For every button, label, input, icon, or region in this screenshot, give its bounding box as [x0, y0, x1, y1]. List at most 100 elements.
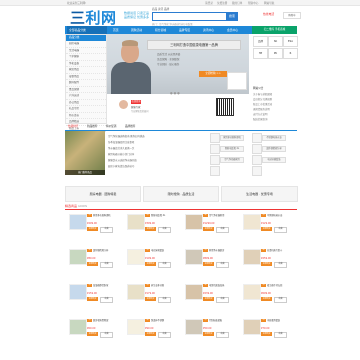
buy-button[interactable]: 立即购买: [261, 262, 272, 266]
notice-item[interactable]: 关于春节放假通知: [253, 92, 272, 96]
product-title[interactable]: 竹制砧板菜板: [209, 319, 239, 322]
list-item[interactable]: 净水器滤芯多久更换一次: [108, 146, 134, 150]
buy-button[interactable]: 立即购买: [145, 262, 156, 266]
promo-thumb[interactable]: [252, 133, 262, 143]
promo-thumb[interactable]: [210, 155, 220, 165]
feature-image[interactable]: [65, 131, 105, 175]
product-image[interactable]: [69, 249, 87, 265]
nav-home[interactable]: 首页: [113, 26, 119, 34]
product-image[interactable]: [69, 319, 87, 335]
buy-button[interactable]: 立即购买: [203, 332, 214, 336]
product-image[interactable]: [127, 249, 145, 265]
favorite-button[interactable]: 收藏: [216, 332, 229, 338]
promo-thumb[interactable]: [252, 166, 262, 176]
banner-pagination[interactable]: ● ● ●: [170, 91, 180, 95]
notice-item[interactable]: 配送范围查询: [253, 117, 267, 121]
list-item[interactable]: 厨房小家电清洁保养技巧: [108, 164, 134, 168]
promo-thumb[interactable]: [210, 133, 220, 143]
notice-item[interactable]: 新品上市优惠活动: [253, 102, 272, 106]
search-tabs[interactable]: 商品 资讯 品牌: [152, 7, 169, 11]
product-title[interactable]: 吸尘器手持无线: [267, 284, 297, 287]
promo-link[interactable]: 不锈钢电热水壶: [262, 135, 286, 141]
hero-banner[interactable]: 三利网打造中国健康电器第一品牌 品质生活 从这里开始 正品保障 · 全国联保 专…: [107, 34, 249, 94]
product-title[interactable]: 电饼铛双面加热: [209, 284, 239, 287]
product-image[interactable]: [69, 214, 87, 230]
product-title[interactable]: 养生壶多功能: [151, 284, 181, 287]
buy-button[interactable]: 立即购买: [261, 332, 272, 336]
product-image[interactable]: [185, 214, 203, 230]
search-button[interactable]: 搜索: [226, 12, 238, 21]
promo-thumb[interactable]: [252, 144, 262, 154]
nav-news[interactable]: 资讯中心: [203, 26, 214, 34]
tab-brand[interactable]: 品牌推荐: [125, 124, 135, 130]
product-title[interactable]: 智能电饭煲 4L: [151, 214, 181, 217]
product-title[interactable]: 厨房收纳置物架: [93, 319, 123, 322]
top-link-orders[interactable]: 我的订单: [232, 1, 242, 5]
product-card[interactable]: 热木质餐具套装 ¥79.00 立即购买 收藏: [242, 318, 297, 342]
list-item[interactable]: 空气净化器选购指南 教你如何挑选: [108, 134, 145, 138]
brand-logo[interactable]: SK: [268, 36, 283, 47]
expert-tag[interactable]: 在线咨询: [131, 100, 141, 104]
product-card[interactable]: 热厨房收纳置物架 ¥69.00 立即购买 收藏: [68, 318, 123, 342]
brand-logo[interactable]: 品牌: [253, 36, 268, 47]
tab-sale[interactable]: 特价促销: [106, 124, 116, 130]
promo-link[interactable]: 智能电饭煲 4L: [220, 146, 244, 152]
promo-strip[interactable]: 生活电器 · 优惠专场: [221, 186, 298, 202]
nav-points[interactable]: 积分商城: [155, 26, 166, 34]
buy-button[interactable]: 立即购买: [145, 332, 156, 336]
product-card[interactable]: 热电动牙刷套装 ¥199.00 立即购买 收藏: [126, 248, 181, 272]
list-item[interactable]: 健康饮水从选择净水器开始: [108, 158, 137, 162]
site-logo[interactable]: 三利网: [70, 10, 117, 26]
product-image[interactable]: [185, 249, 203, 265]
product-image[interactable]: [185, 284, 203, 300]
product-title[interactable]: 木质餐具套装: [267, 319, 297, 322]
promo-link[interactable]: 电动牙刷套装: [262, 157, 286, 163]
notice-item[interactable]: 退换货服务说明: [253, 107, 270, 111]
product-image[interactable]: [243, 249, 261, 265]
promo-thumb[interactable]: [252, 155, 262, 165]
product-card[interactable]: 热吸尘器手持无线 ¥699.00 立即购买 收藏: [242, 283, 297, 307]
nav-all-categories[interactable]: 全部商品分类: [67, 26, 107, 34]
product-image[interactable]: [69, 284, 87, 300]
buy-button[interactable]: 立即购买: [203, 262, 214, 266]
buy-button[interactable]: 立即购买: [87, 227, 98, 231]
favorite-button[interactable]: 收藏: [158, 262, 171, 268]
product-card[interactable]: 热智能电饭煲 4L ¥399.00 立即购买 收藏: [126, 213, 181, 237]
product-title[interactable]: 加湿器静音卧室: [93, 284, 123, 287]
nav-groupbuy[interactable]: 团购活动: [131, 26, 142, 34]
mobile-shop-link[interactable]: 扫二维码 手机商城: [252, 26, 297, 34]
nav-brands[interactable]: 品牌专区: [179, 26, 190, 34]
product-title[interactable]: 家用多功能料理机: [93, 214, 123, 217]
product-title[interactable]: 电动牙刷套装: [151, 249, 181, 252]
product-title[interactable]: 家用净水器厨房: [209, 249, 239, 252]
search-input[interactable]: [152, 12, 227, 21]
favorite-button[interactable]: 收藏: [100, 332, 113, 338]
promo-thumb[interactable]: [210, 166, 220, 176]
product-title[interactable]: 不锈钢电热水壶: [267, 214, 297, 217]
favorite-button[interactable]: 收藏: [158, 297, 171, 303]
product-card[interactable]: 热家用净水器厨房 ¥899.00 立即购买 收藏: [184, 248, 239, 272]
tab-hot[interactable]: 热销排行: [68, 124, 78, 130]
buy-button[interactable]: 立即购买: [203, 297, 214, 301]
favorite-button[interactable]: 收藏: [100, 297, 113, 303]
promo-strip[interactable]: 限时抢购 · 品质生活: [143, 186, 219, 202]
favorite-button[interactable]: 收藏: [216, 262, 229, 268]
favorite-button[interactable]: 收藏: [100, 227, 113, 233]
promo-strip[interactable]: 厨房电器 · 团购特卖: [65, 186, 141, 202]
favorite-button[interactable]: 收藏: [274, 262, 287, 268]
product-card[interactable]: 新挂烫机蒸汽熨斗 ¥259.00 立即购买 收藏: [242, 248, 297, 272]
banner-cta-button[interactable]: 立即抢购 >>: [199, 71, 227, 77]
notice-item[interactable]: 支付方式说明: [253, 112, 267, 116]
product-card[interactable]: 新迷你便携榨汁杯 ¥89.00 立即购买 收藏: [68, 248, 123, 272]
brand-logo[interactable]: PK: [268, 48, 283, 59]
product-card[interactable]: 热竹制砧板菜板 ¥59.00 立即购买 收藏: [184, 318, 239, 342]
product-card[interactable]: 新空气净化器家用 ¥1299.00 立即购买 收藏: [184, 213, 239, 237]
buy-button[interactable]: 立即购买: [261, 227, 272, 231]
favorite-button[interactable]: 收藏: [158, 227, 171, 233]
promo-thumb[interactable]: [210, 144, 220, 154]
top-link-login[interactable]: 请登录: [205, 1, 213, 5]
product-card[interactable]: 热家用多功能料理机 ¥299.00 立即购买 收藏: [68, 213, 123, 237]
product-title[interactable]: 挂烫机蒸汽熨斗: [267, 249, 297, 252]
product-card[interactable]: 新电饼铛双面加热 ¥239.00 立即购买 收藏: [184, 283, 239, 307]
tab-new[interactable]: 新品推荐: [87, 124, 97, 130]
